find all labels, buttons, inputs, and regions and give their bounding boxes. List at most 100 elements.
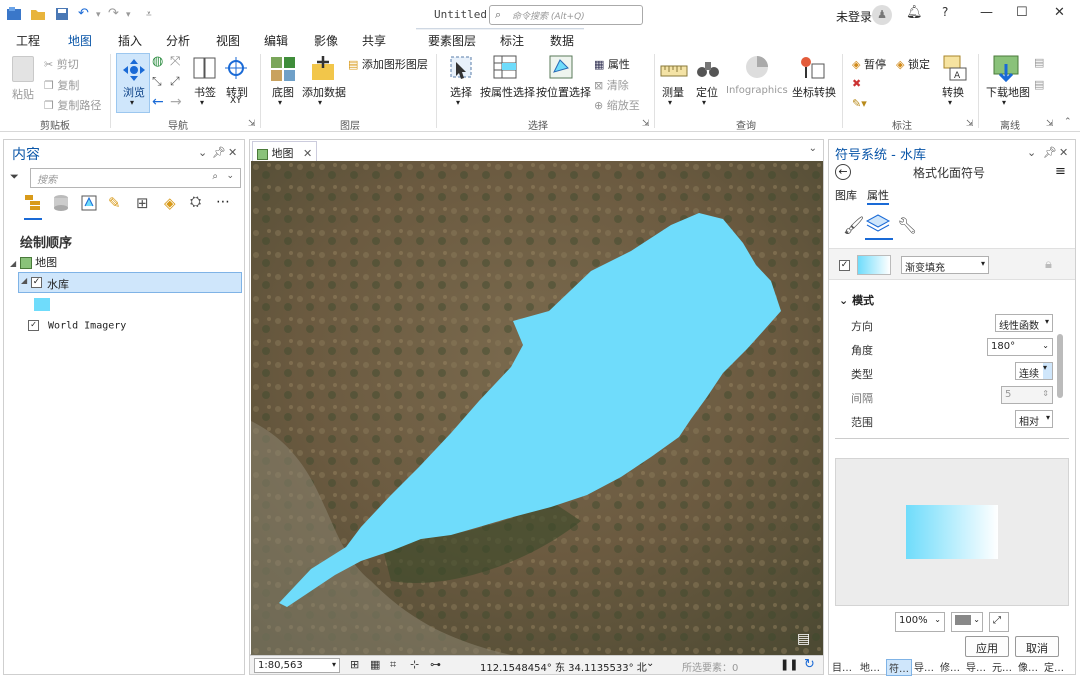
list-by-drawing-order-icon[interactable] (24, 194, 42, 220)
menu-icon[interactable]: ≡ (1055, 164, 1066, 179)
collapse-ribbon-icon[interactable]: ⌃ (1064, 117, 1072, 127)
label-priority-icon[interactable]: ✎▾ (852, 97, 867, 110)
measure-button[interactable]: 测量 (662, 84, 684, 100)
tab-properties[interactable]: 属性 (867, 187, 889, 205)
mode-section-header[interactable]: ⌄ 模式 (839, 292, 874, 308)
collapse-arrow-icon[interactable]: ◢ (10, 259, 16, 268)
preview-options-icon[interactable]: ⤢ (989, 612, 1009, 632)
fill-type-select[interactable]: 渐变填充 ▾ (901, 256, 989, 274)
help-button[interactable]: ? (942, 5, 948, 19)
navigate-group-launcher-icon[interactable]: ⇲ (248, 119, 256, 129)
avatar[interactable]: ♟ (872, 5, 892, 25)
list-by-labeling-icon[interactable]: ◈ (164, 194, 182, 212)
pane-tab[interactable]: 元… (992, 659, 1012, 674)
tab-edit[interactable]: 编辑 (264, 32, 288, 49)
previous-extent-icon[interactable]: ← (152, 94, 164, 110)
pane-tab[interactable]: 地… (860, 659, 880, 674)
map-canvas[interactable]: ▤ (251, 161, 823, 655)
sync-icon[interactable]: ▤ (1034, 56, 1044, 69)
list-by-data-source-icon[interactable] (52, 194, 70, 212)
clear-selection-button[interactable]: ⊠ 清除 (594, 77, 629, 93)
tree-item-map[interactable]: ◢ 地图 (10, 254, 57, 270)
wrench-icon[interactable]: 🔧︎ (897, 216, 917, 235)
preview-zoom-select[interactable]: 100% ⌄ (895, 612, 945, 632)
tab-list-dropdown-icon[interactable]: ⌄ (809, 143, 817, 154)
list-by-selection-icon[interactable] (80, 194, 98, 212)
contents-search-input[interactable]: 搜索 ⌕ ⌄ (30, 168, 241, 188)
measure-dropdown-icon[interactable]: ▾ (668, 98, 672, 107)
tab-project[interactable]: 工程 (16, 32, 40, 49)
tree-item-reservoir[interactable]: ◢ ✓ 水库 (18, 272, 242, 293)
close-pane-icon[interactable]: ✕ (228, 146, 237, 159)
add-data-dropdown-icon[interactable]: ▾ (318, 98, 322, 107)
coordinate-conversion-button[interactable]: 坐标转换 (792, 84, 836, 100)
add-graphics-layer-button[interactable]: ▤ 添加图形图层 (348, 56, 428, 72)
type-select[interactable]: 连续 ▾ (1015, 362, 1053, 380)
basemap-button[interactable]: 底图 (272, 84, 294, 100)
snapping-icon[interactable]: ⊞ (350, 658, 359, 671)
pane-options-icon[interactable]: ⌄ (198, 146, 207, 159)
tree-item-world-imagery[interactable]: ✓ World Imagery (28, 320, 126, 332)
layers-icon[interactable] (865, 212, 893, 240)
pin-icon[interactable]: 📌︎ (212, 146, 226, 159)
full-extent-icon[interactable]: ◍ (152, 54, 163, 69)
layer-visibility-checkbox[interactable]: ✓ (28, 320, 39, 331)
unplaced-labels-icon[interactable]: ✖ (852, 77, 861, 90)
more-options-icon[interactable]: ⋯ (216, 194, 234, 212)
maximize-button[interactable]: ☐ (1016, 5, 1028, 20)
download-map-dropdown-icon[interactable]: ▾ (1002, 98, 1006, 107)
properties-scrollbar[interactable] (1057, 334, 1063, 398)
collapse-arrow-icon[interactable]: ◢ (21, 276, 27, 285)
pane-tab-symbology[interactable]: 符… (886, 659, 912, 676)
direction-select[interactable]: 线性函数 ▾ (995, 314, 1053, 332)
bookmarks-dropdown-icon[interactable]: ▾ (200, 98, 204, 107)
pane-tab[interactable]: 定… (1044, 659, 1064, 674)
pin-icon[interactable]: 📌︎ (1043, 146, 1057, 159)
tab-feature-layer[interactable]: 要素图层 (428, 32, 476, 49)
close-button[interactable]: ✕ (1054, 5, 1065, 20)
bookmarks-button[interactable]: 书签 (194, 84, 216, 100)
sign-in-status[interactable]: 未登录 (836, 8, 872, 25)
redo-icon[interactable]: ↷ (108, 6, 119, 21)
redo-dropdown-icon[interactable]: ▾ (126, 10, 131, 20)
offline-group-launcher-icon[interactable]: ⇲ (1046, 119, 1054, 129)
infographics-button[interactable]: Infographics (726, 85, 788, 96)
select-button[interactable]: 选择 (450, 84, 472, 100)
pane-tab[interactable]: 像… (1018, 659, 1038, 674)
remove-offline-icon[interactable]: ▤ (1034, 78, 1044, 91)
zoom-out-fixed-icon[interactable]: ⤢ (170, 74, 180, 89)
add-data-button[interactable]: 添加数据 (302, 84, 346, 100)
list-by-snapping-icon[interactable]: ⊞ (136, 194, 154, 212)
tab-share[interactable]: 共享 (362, 32, 386, 49)
command-search-input[interactable]: ⌕ 命令搜索 (Alt+Q) (489, 5, 643, 25)
select-dropdown-icon[interactable]: ▾ (456, 98, 460, 107)
next-extent-icon[interactable]: → (170, 94, 182, 110)
explore-button[interactable]: 浏览 ▾ (116, 53, 150, 113)
undo-icon[interactable]: ↶ (78, 6, 89, 21)
layer-enabled-checkbox[interactable]: ✓ (839, 260, 850, 271)
select-by-attributes-button[interactable]: 按属性选择 (480, 84, 535, 100)
open-project-icon[interactable] (30, 6, 46, 26)
refresh-icon[interactable]: ↻ (804, 657, 815, 672)
tab-insert[interactable]: 插入 (118, 32, 142, 49)
pane-tab[interactable]: 目… (832, 659, 852, 674)
lock-labeling-button[interactable]: ◈ 锁定 (896, 56, 930, 72)
tab-gallery[interactable]: 图库 (835, 187, 857, 203)
undo-dropdown-icon[interactable]: ▾ (96, 10, 101, 20)
attributes-button[interactable]: ▦ 属性 (594, 56, 630, 72)
pause-drawing-button[interactable]: ❚❚ (780, 658, 798, 671)
apply-button[interactable]: 应用 (965, 636, 1009, 657)
tab-analysis[interactable]: 分析 (166, 32, 190, 49)
tab-labeling[interactable]: 标注 (500, 32, 524, 49)
paste-button[interactable]: 粘贴 (12, 86, 34, 102)
pane-options-icon[interactable]: ⌄ (1027, 146, 1036, 159)
convert-dropdown-icon[interactable]: ▾ (948, 98, 952, 107)
customize-toolbar-icon[interactable]: ⩡ (146, 9, 152, 20)
save-icon[interactable] (54, 6, 70, 26)
close-pane-icon[interactable]: ✕ (1059, 146, 1068, 159)
tab-map[interactable]: 地图 (68, 32, 93, 52)
back-arrow-icon[interactable]: ← (835, 164, 851, 180)
navigation-icon[interactable]: ⊶ (430, 658, 441, 671)
cut-button[interactable]: ✂ 剪切 (44, 56, 79, 72)
lock-icon[interactable]: 🔒︎ (1045, 257, 1052, 272)
